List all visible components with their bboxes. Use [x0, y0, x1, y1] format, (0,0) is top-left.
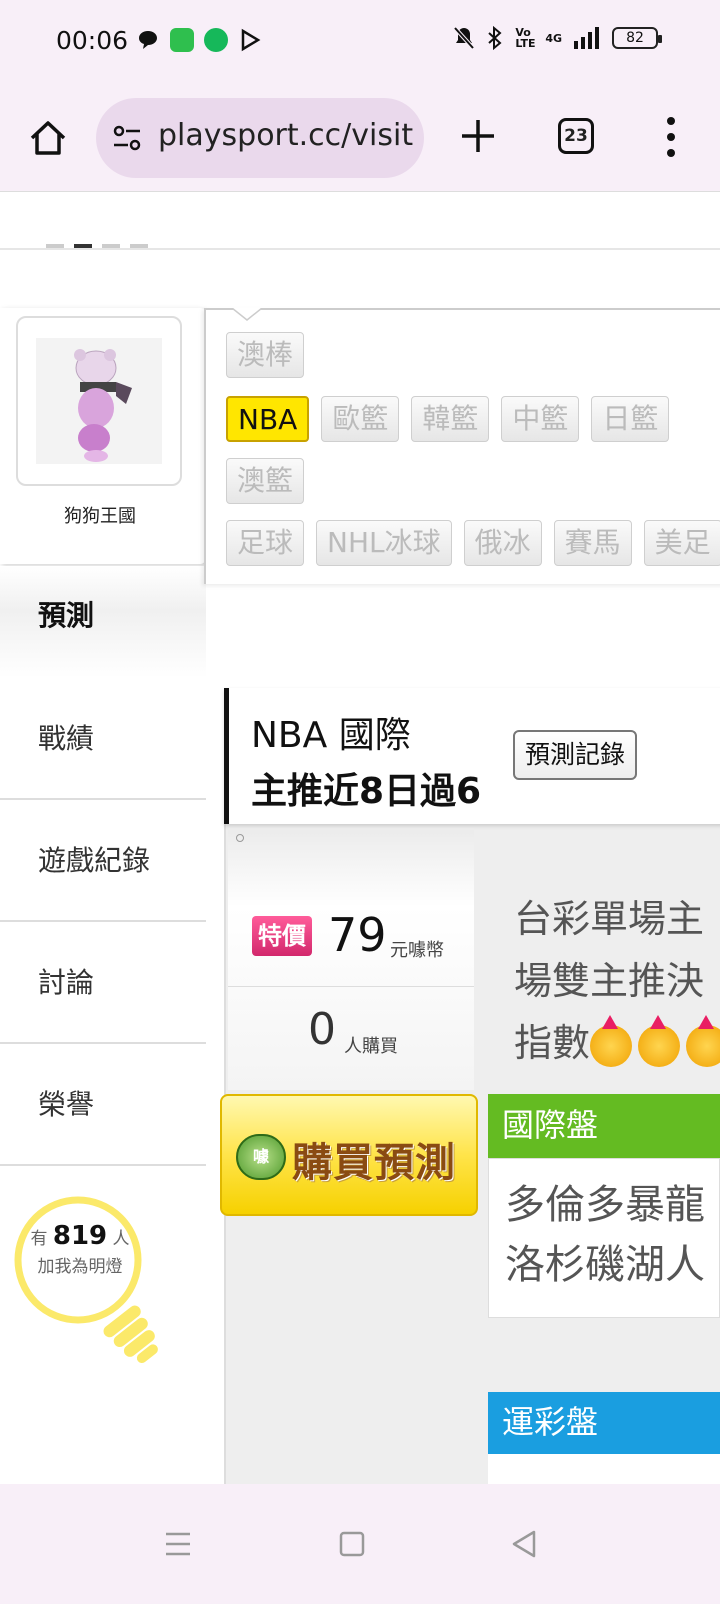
tag-american-football[interactable]: 美足 [643, 520, 720, 566]
carousel-dot[interactable] [102, 244, 120, 248]
tag-euro-basketball[interactable]: 歐籃 [321, 396, 400, 442]
fans-prefix: 有 [30, 1229, 48, 1249]
tag-row: NBA 歐籃 韓籃 中籃 日籃 [226, 396, 670, 442]
profile-card: 狗狗王國 [0, 308, 206, 564]
panel-notch-icon [232, 308, 262, 321]
tag-row: 澳籃 [226, 458, 305, 504]
browser-toolbar: playsport.cc/visit 23 [0, 82, 720, 192]
page-header-remnant [0, 192, 720, 250]
description-line: 場雙主推決 [514, 959, 705, 1003]
nav-item-game-log[interactable]: 遊戲紀錄 [0, 800, 206, 922]
fans-label: 加我為明燈 [37, 1257, 123, 1277]
upload-icon [204, 28, 228, 52]
party-face-icon [638, 1014, 681, 1067]
tag-nhl-hockey[interactable]: NHL冰球 [316, 520, 452, 566]
status-bar: 00:06 Vo LTE 4G 82 [0, 0, 720, 82]
tag-australian-baseball[interactable]: 澳棒 [226, 332, 305, 378]
prediction-header: NBA 國際 主推近8日過6 預測記錄 [224, 688, 720, 824]
carousel-dot[interactable] [46, 244, 64, 248]
nav-item-honors[interactable]: 榮譽 [0, 1044, 206, 1166]
fans-count[interactable]: 有 819 人 加我為明燈 [20, 1222, 140, 1281]
record-summary: 主推近8日過6 [251, 771, 482, 812]
profile-name[interactable]: 狗狗王國 [0, 502, 200, 528]
tag-australia-basketball[interactable]: 澳籃 [226, 458, 305, 504]
bear-figure-icon [74, 349, 132, 462]
team-name: 洛杉磯湖人 [505, 1242, 705, 1288]
battery-icon: 82 [612, 27, 662, 49]
home-square-icon[interactable] [332, 1524, 372, 1564]
site-settings-icon[interactable] [112, 124, 142, 152]
notification-icons [136, 28, 262, 52]
home-icon[interactable] [28, 118, 68, 158]
party-face-icon [686, 1014, 720, 1067]
carousel-dot-active[interactable] [74, 244, 92, 248]
team-name: 多倫多暴龍 [505, 1182, 705, 1228]
description-line-emoji: 指數 [514, 1012, 720, 1074]
tab-switcher-button[interactable]: 23 [558, 118, 594, 154]
nav-item-records[interactable]: 戰績 [0, 678, 206, 800]
tag-russia-hockey[interactable]: 俄冰 [463, 520, 542, 566]
address-bar[interactable]: playsport.cc/visit [96, 98, 424, 178]
network-type: 4G [545, 31, 562, 45]
mute-bell-icon [453, 26, 475, 50]
buy-prediction-button[interactable]: 噱 購買預測 [220, 1094, 478, 1216]
tag-horse-racing[interactable]: 賽馬 [553, 520, 632, 566]
volte-label: Vo LTE [515, 26, 536, 50]
lottery-body [488, 1454, 720, 1484]
description-line: 台彩單場主 [514, 897, 705, 941]
tag-row: 足球 NHL冰球 俄冰 賽馬 美足 [226, 520, 720, 566]
sport-filter-panel: 澳棒 NBA 歐籃 韓籃 中籃 日籃 澳籃 足球 NHL冰球 俄冰 賽馬 美足 [204, 308, 720, 584]
new-tab-icon[interactable] [458, 116, 498, 156]
pin-icon [236, 834, 244, 842]
price-value: 79 [328, 908, 387, 962]
play-store-icon [241, 28, 261, 52]
url-text[interactable]: playsport.cc/visit [158, 118, 414, 153]
nav-item-discussion[interactable]: 討論 [0, 922, 206, 1044]
status-indicators: Vo LTE 4G 82 [453, 26, 662, 50]
avatar-image [36, 338, 162, 464]
international-header: 國際盤 [488, 1094, 720, 1158]
buyer-unit: 人購買 [344, 1036, 398, 1057]
more-menu-icon[interactable] [664, 116, 678, 158]
price-unit: 元噱幣 [390, 940, 444, 961]
tag-row: 澳棒 [226, 332, 305, 378]
buyer-count: 0 [308, 1004, 336, 1055]
bluetooth-icon [488, 26, 502, 50]
system-nav-bar [0, 1484, 720, 1604]
carousel-dots[interactable] [46, 244, 148, 248]
back-icon[interactable] [504, 1524, 544, 1564]
carousel-dot[interactable] [130, 244, 148, 248]
league-title: NBA 國際 [251, 715, 411, 756]
recent-apps-icon[interactable] [158, 1524, 198, 1564]
fans-suffix: 人 [112, 1229, 130, 1249]
prediction-description: 台彩單場主 場雙主推決 指數 [514, 888, 720, 1074]
special-price-badge: 特價 [252, 916, 312, 956]
prediction-record-button[interactable]: 預測記錄 [513, 730, 638, 780]
tag-china-basketball[interactable]: 中籃 [501, 396, 580, 442]
status-time: 00:06 [56, 26, 129, 55]
lottery-header: 運彩盤 [488, 1392, 720, 1454]
tag-soccer[interactable]: 足球 [226, 520, 305, 566]
divider [228, 986, 474, 987]
tag-nba[interactable]: NBA [226, 396, 310, 442]
party-face-icon [590, 1014, 633, 1067]
nav-item-predictions[interactable]: 預測 [0, 566, 206, 678]
buy-prediction-label: 購買預測 [292, 1140, 456, 1186]
price-card: 特價 79 元噱幣 0 人購買 [228, 828, 474, 1090]
tag-korea-basketball[interactable]: 韓籃 [411, 396, 490, 442]
international-body: 多倫多暴龍 洛杉磯湖人 [488, 1158, 720, 1318]
profile-nav: 預測 戰績 遊戲紀錄 討論 榮譽 [0, 566, 206, 1166]
avatar[interactable] [16, 316, 182, 486]
app-green-icon [170, 28, 194, 52]
coin-seal-icon: 噱 [236, 1134, 286, 1180]
signal-icon [574, 27, 599, 49]
chat-icon [139, 31, 157, 49]
fans-number: 819 [52, 1221, 108, 1251]
description-line: 指數 [514, 1021, 591, 1065]
tag-japan-basketball[interactable]: 日籃 [591, 396, 670, 442]
